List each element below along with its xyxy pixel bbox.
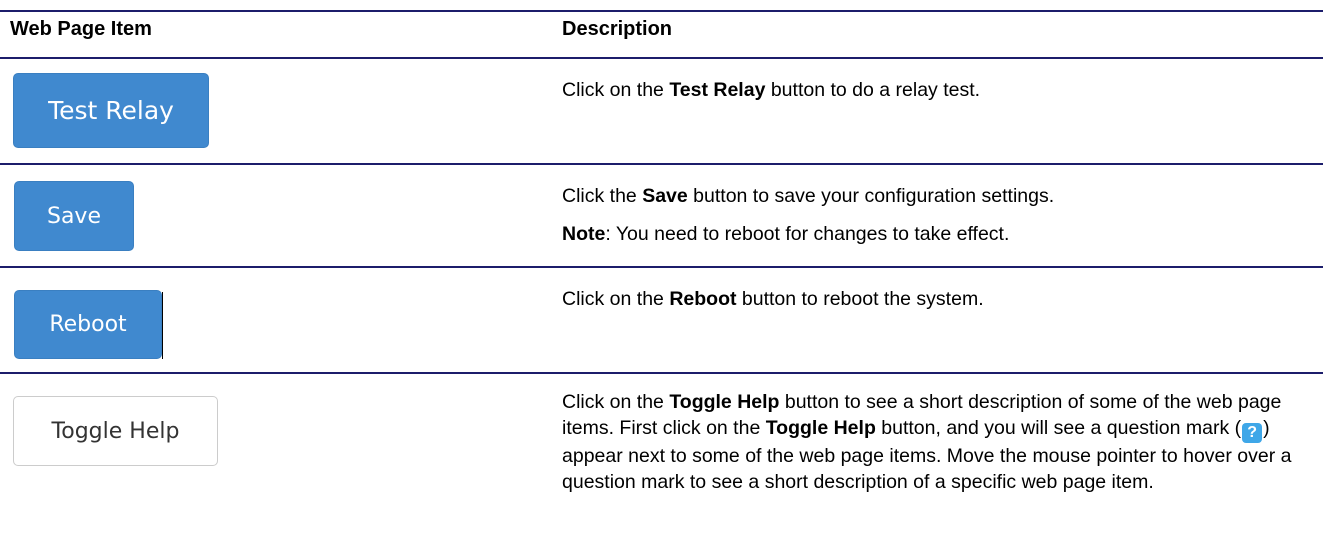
header-rule [0, 57, 1323, 59]
row-rule [0, 266, 1323, 268]
header-description: Description [562, 18, 673, 40]
row-rule [0, 372, 1323, 374]
save-button[interactable]: Save [14, 181, 134, 251]
row-rule [0, 163, 1323, 165]
save-description: Click the Save button to save your confi… [562, 183, 1312, 247]
save-note: Note: You need to reboot for changes to … [562, 223, 1010, 245]
toggle-help-button[interactable]: Toggle Help [13, 396, 218, 466]
question-mark-icon: ? [1242, 423, 1263, 443]
header-web-page-item: Web Page Item [10, 18, 152, 40]
toggle-help-description: Click on the Toggle Help button to see a… [562, 391, 1292, 493]
reboot-button[interactable]: Reboot [14, 290, 162, 359]
reboot-description: Click on the Reboot button to reboot the… [562, 288, 984, 310]
test-relay-button[interactable]: Test Relay [13, 73, 209, 148]
reboot-divider [162, 292, 163, 359]
test-relay-description: Click on the Test Relay button to do a r… [562, 79, 981, 101]
table-top-rule [0, 10, 1323, 12]
